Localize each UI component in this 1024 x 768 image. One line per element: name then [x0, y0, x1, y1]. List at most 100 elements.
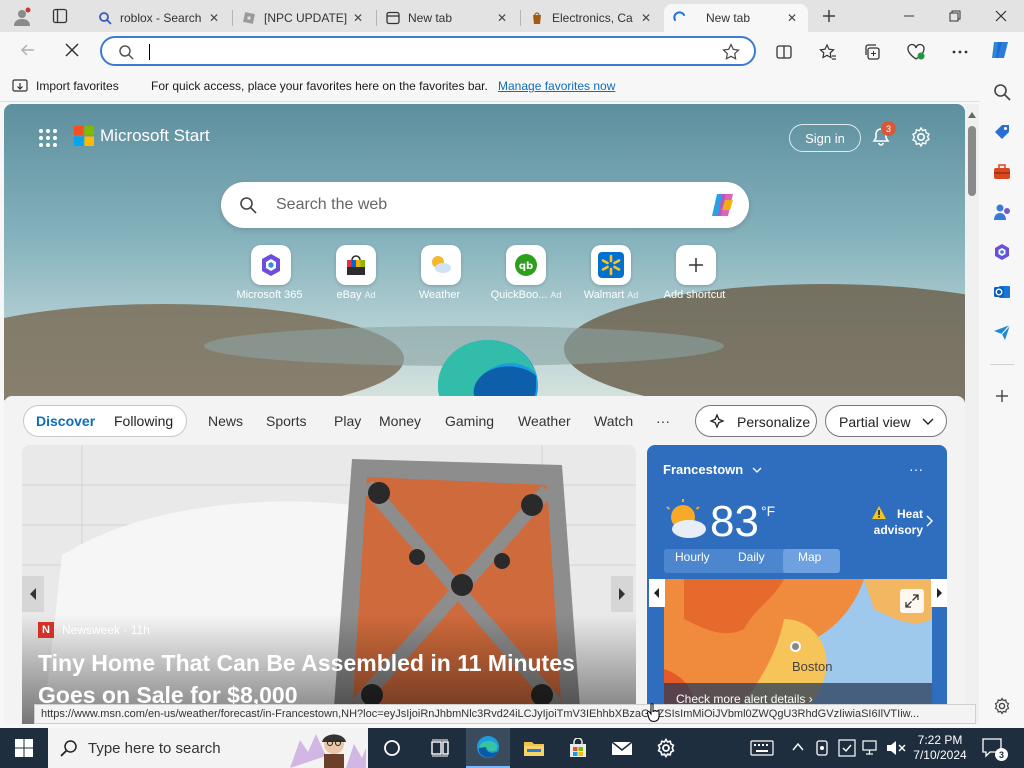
tab-weather[interactable]: Weather [518, 413, 571, 429]
favorite-star-icon[interactable] [722, 43, 740, 61]
article-headline[interactable]: Tiny Home That Can Be Assembled in 11 Mi… [38, 647, 618, 711]
outlook-icon[interactable] [990, 280, 1014, 304]
add-sidebar-app-icon[interactable] [990, 384, 1014, 408]
minimize-button[interactable] [886, 0, 932, 32]
tab-sports[interactable]: Sports [266, 413, 306, 429]
close-tab-icon[interactable]: ✕ [350, 10, 366, 26]
tab-map[interactable]: Map [798, 550, 821, 564]
volume-muted-icon[interactable] [886, 739, 906, 757]
shortcut-quickbooks[interactable]: qb QuickBoo... Ad [486, 245, 566, 301]
content-feed: Discover Following News Sports Play Mone… [4, 396, 965, 724]
map-prev-button[interactable] [649, 579, 665, 607]
shopping-tag-icon[interactable] [990, 120, 1014, 144]
chevron-up-icon[interactable] [792, 742, 804, 752]
tab-discover[interactable]: Discover [36, 413, 95, 429]
tab-electronics[interactable]: Electronics, Ca ✕ [522, 4, 662, 32]
tab-roblox-search[interactable]: roblox - Search ✕ [90, 4, 230, 32]
microsoft-store-icon[interactable] [556, 728, 600, 768]
games-icon[interactable] [990, 200, 1014, 224]
taskbar-search-box[interactable]: Type here to search [48, 728, 368, 768]
shortcut-microsoft-365[interactable]: Microsoft 365 [231, 245, 311, 301]
next-story-button[interactable] [611, 576, 633, 612]
more-tabs-button[interactable]: ··· [656, 413, 670, 429]
shortcut-weather[interactable]: Weather [401, 245, 481, 301]
microsoft-start-logo[interactable]: Microsoft Start [74, 126, 210, 146]
heat-advisory-alert[interactable]: Heat advisory [871, 506, 923, 538]
weather-map[interactable]: Boston Check more alert details › [664, 579, 932, 724]
import-favorites-icon[interactable] [12, 78, 28, 94]
restore-button[interactable] [932, 0, 978, 32]
clock[interactable]: 7:22 PM 7/10/2024 [910, 733, 970, 763]
split-screen-icon[interactable] [770, 39, 798, 65]
new-tab-button[interactable] [820, 7, 838, 25]
import-favorites-button[interactable]: Import favorites [36, 79, 119, 93]
sign-in-button[interactable]: Sign in [789, 124, 861, 152]
settings-gear-icon[interactable] [910, 126, 932, 148]
tab-npc-update[interactable]: [NPC UPDATE] ✕ [234, 4, 374, 32]
favorites-icon[interactable] [814, 39, 842, 65]
close-tab-icon[interactable]: ✕ [206, 10, 222, 26]
more-menu-icon[interactable] [946, 39, 974, 65]
send-icon[interactable] [990, 320, 1014, 344]
tab-news[interactable]: News [208, 413, 243, 429]
hero-article-card[interactable]: N Newsweek · 11h Tiny Home That Can Be A… [22, 445, 636, 724]
back-button[interactable] [14, 37, 42, 63]
tab-money[interactable]: Money [379, 413, 421, 429]
tab-play[interactable]: Play [334, 413, 361, 429]
close-tab-icon[interactable]: ✕ [784, 10, 800, 26]
start-button[interactable] [2, 728, 46, 768]
address-bar[interactable] [100, 36, 756, 66]
expand-map-icon[interactable] [900, 589, 924, 613]
tab-gaming[interactable]: Gaming [445, 413, 494, 429]
microsoft-365-icon[interactable] [990, 240, 1014, 264]
close-window-button[interactable] [978, 0, 1024, 32]
browser-essentials-icon[interactable] [902, 39, 930, 65]
personalize-button[interactable]: Personalize [695, 405, 817, 437]
ad-label: Ad [550, 290, 562, 300]
close-tab-icon[interactable]: ✕ [638, 10, 654, 26]
collections-icon[interactable] [858, 39, 886, 65]
copilot-icon[interactable] [709, 192, 737, 218]
copilot-icon[interactable] [986, 37, 1014, 63]
keyboard-icon[interactable] [750, 740, 774, 756]
add-shortcut-button[interactable]: Add shortcut [656, 245, 736, 301]
weather-more-icon[interactable]: ··· [909, 461, 923, 477]
manage-favorites-link[interactable]: Manage favorites now [498, 79, 615, 93]
tab-hourly[interactable]: Hourly [675, 550, 710, 564]
tab-daily[interactable]: Daily [738, 550, 765, 564]
tools-briefcase-icon[interactable] [990, 160, 1014, 184]
tab-new-tab[interactable]: New tab ✕ [378, 4, 518, 32]
tab-watch[interactable]: Watch [594, 413, 633, 429]
search-icon[interactable] [990, 80, 1014, 104]
previous-story-button[interactable] [22, 576, 44, 612]
close-tab-icon[interactable]: ✕ [494, 10, 510, 26]
tab-following[interactable]: Following [114, 413, 173, 429]
settings-gear-icon[interactable] [644, 728, 688, 768]
tab-new-tab-active[interactable]: New tab ✕ [664, 4, 808, 32]
shortcut-ebay[interactable]: eBay Ad [316, 245, 396, 301]
apps-launcher-icon[interactable] [38, 128, 58, 148]
map-next-button[interactable] [931, 579, 947, 607]
scroll-up-arrow-icon[interactable] [968, 112, 976, 118]
chevron-down-icon[interactable] [751, 464, 763, 476]
weather-card[interactable]: Francestown ··· 83 °F Heat advisory Hour… [647, 445, 947, 724]
tray-app-icon[interactable] [814, 739, 830, 757]
view-mode-dropdown[interactable]: Partial view [825, 405, 947, 437]
taskbar-edge-app[interactable] [466, 728, 510, 768]
web-search-box[interactable]: Search the web [221, 182, 749, 228]
shortcut-walmart[interactable]: Walmart Ad [571, 245, 651, 301]
cortana-icon[interactable] [370, 728, 414, 768]
file-explorer-icon[interactable] [512, 728, 556, 768]
scrollbar-thumb[interactable] [968, 126, 976, 196]
security-icon[interactable] [838, 739, 856, 757]
mail-icon[interactable] [600, 728, 644, 768]
sidebar-settings-gear-icon[interactable] [990, 694, 1014, 718]
page-scrollbar[interactable] [965, 104, 979, 724]
weather-location[interactable]: Francestown [663, 462, 743, 477]
stop-loading-button[interactable] [58, 37, 86, 63]
network-icon[interactable] [862, 739, 880, 757]
task-view-icon[interactable] [418, 728, 462, 768]
profile-icon[interactable] [12, 7, 32, 27]
chevron-right-icon[interactable] [925, 515, 933, 527]
tab-actions-icon[interactable] [52, 8, 68, 24]
